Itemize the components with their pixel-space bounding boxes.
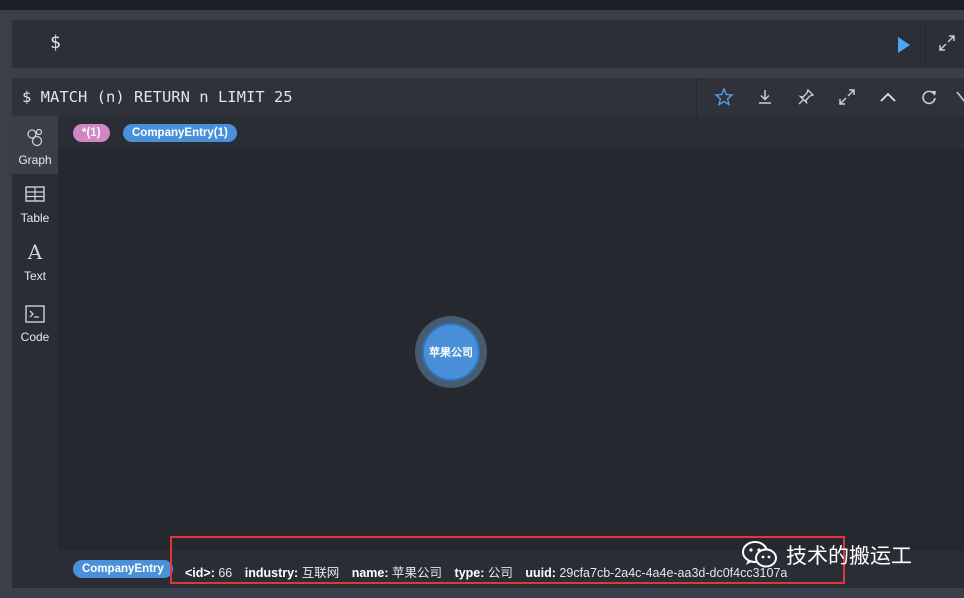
watermark-text: 技术的搬运工 bbox=[786, 545, 912, 568]
prop-value: 苹果公司 bbox=[392, 566, 443, 580]
query-editor[interactable]: $ bbox=[12, 20, 964, 68]
top-strip bbox=[0, 0, 964, 10]
query-text[interactable]: $ MATCH (n) RETURN n LIMIT 25 bbox=[22, 88, 293, 106]
sidebar-item-label: Table bbox=[20, 211, 50, 225]
wechat-icon bbox=[742, 541, 777, 568]
view-sidebar: Graph Table A Text Code bbox=[12, 116, 58, 588]
refresh-icon[interactable] bbox=[918, 86, 940, 108]
prop-value: 互联网 bbox=[301, 566, 340, 580]
sidebar-item-label: Graph bbox=[18, 153, 52, 167]
text-icon: A bbox=[27, 240, 43, 263]
prop-key: type: bbox=[454, 566, 485, 580]
frame-header: $ MATCH (n) RETURN n LIMIT 25 bbox=[12, 78, 964, 116]
property-list: <id>: 66 industry: 互联网 name: 苹果公司 type: … bbox=[185, 562, 787, 581]
play-icon[interactable] bbox=[892, 34, 914, 56]
label-pill-all[interactable]: *(1) bbox=[73, 124, 110, 142]
node-label: 苹果公司 bbox=[422, 323, 480, 381]
svg-text:A: A bbox=[27, 240, 43, 263]
download-icon[interactable] bbox=[754, 86, 776, 108]
code-icon bbox=[25, 305, 45, 323]
prop-key: uuid: bbox=[525, 566, 556, 580]
sidebar-item-table[interactable]: Table bbox=[12, 174, 58, 232]
prop-value: 公司 bbox=[487, 566, 513, 580]
star-icon[interactable] bbox=[713, 86, 735, 108]
editor-divider bbox=[925, 20, 926, 68]
status-label-pill[interactable]: CompanyEntry bbox=[73, 560, 173, 578]
sidebar-item-graph[interactable]: Graph bbox=[12, 116, 58, 174]
legend-bar: *(1) CompanyEntry(1) bbox=[58, 116, 964, 148]
prop-key: <id>: bbox=[185, 566, 215, 580]
watermark: 技术的搬运工 bbox=[740, 538, 912, 572]
frame-toolbar bbox=[696, 78, 964, 116]
table-icon bbox=[25, 186, 45, 202]
graph-canvas[interactable]: 苹果公司 bbox=[58, 116, 964, 550]
editor-prompt: $ bbox=[50, 32, 61, 53]
graph-icon bbox=[27, 128, 43, 147]
close-icon[interactable] bbox=[955, 86, 964, 108]
sidebar-item-label: Text bbox=[23, 269, 46, 283]
prop-value: 66 bbox=[218, 566, 233, 580]
fullscreen-icon[interactable] bbox=[836, 86, 858, 108]
sidebar-item-label: Code bbox=[20, 330, 50, 344]
pin-icon[interactable] bbox=[795, 86, 817, 108]
result-frame: $ MATCH (n) RETURN n LIMIT 25 Graph Tabl… bbox=[12, 78, 964, 588]
sidebar-item-text[interactable]: A Text bbox=[12, 232, 58, 290]
graph-node[interactable]: 苹果公司 bbox=[415, 316, 487, 388]
sidebar-item-code[interactable]: Code bbox=[12, 292, 58, 350]
collapse-icon[interactable] bbox=[877, 86, 899, 108]
prop-key: name: bbox=[351, 566, 389, 580]
expand-icon[interactable] bbox=[936, 32, 958, 54]
prop-key: industry: bbox=[244, 566, 299, 580]
label-pill-companyentry[interactable]: CompanyEntry(1) bbox=[123, 124, 237, 142]
